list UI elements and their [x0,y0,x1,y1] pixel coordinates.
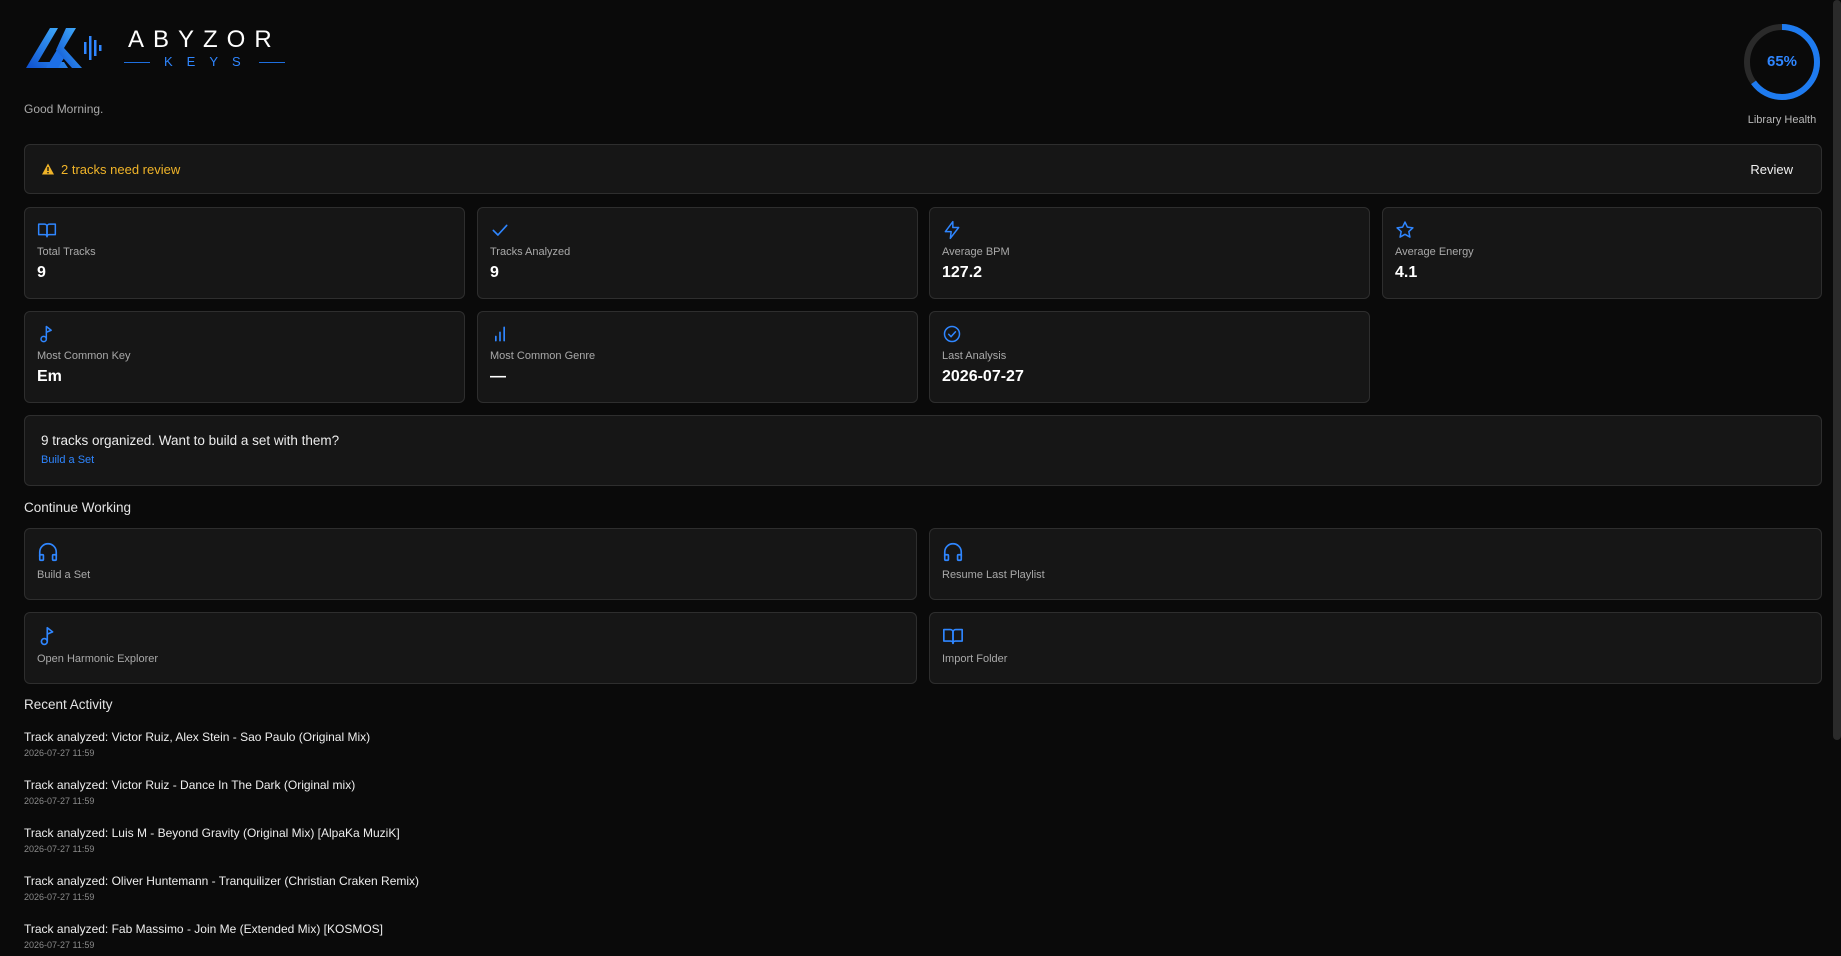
stat-label: Average BPM [942,246,1010,258]
logo-divider-left [124,61,150,63]
activity-timestamp: 2026-07-27 11:59 [24,796,95,806]
activity-item: Track analyzed: Victor Ruiz, Alex Stein … [24,730,624,758]
logo-sub: KEYS [164,54,255,69]
activity-timestamp: 2026-07-27 11:59 [24,940,95,950]
action-resume-last-playlist[interactable]: Resume Last Playlist [929,528,1822,600]
activity-title: Track analyzed: Victor Ruiz, Alex Stein … [24,730,371,744]
activity-item: Track analyzed: Victor Ruiz - Dance In T… [24,778,624,806]
stat-card-most-common-genre: Most Common Genre — [477,311,918,403]
book-open-icon [37,223,57,238]
recent-activity-title: Recent Activity [24,697,113,712]
stat-label: Total Tracks [37,246,96,258]
check-icon [492,224,508,236]
music-note-icon [40,626,54,646]
activity-timestamp: 2026-07-27 11:59 [24,892,95,902]
stat-card-tracks-analyzed: Tracks Analyzed 9 [477,207,918,299]
review-message: 2 tracks need review [61,161,181,177]
star-icon [1396,221,1414,238]
check-circle-icon [943,325,961,343]
library-health-label: Library Health [1747,114,1817,126]
warning-icon [42,163,54,175]
stat-label: Tracks Analyzed [490,246,571,258]
headphones-icon [943,543,963,562]
action-label: Build a Set [37,569,91,581]
book-open-icon [943,628,963,645]
logo-wordmark: ABYZOR KEYS [124,27,285,69]
bar-chart-icon [495,326,505,342]
stat-value: 2026-07-27 [942,368,1024,385]
stat-card-average-energy: Average Energy 4.1 [1382,207,1822,299]
lightning-icon [944,220,960,240]
music-note-icon [40,325,52,343]
library-health-percent: 65% [1766,53,1798,70]
stat-value: 9 [37,264,46,281]
action-import-folder[interactable]: Import Folder [929,612,1822,684]
action-label: Resume Last Playlist [942,569,1045,581]
activity-item: Track analyzed: Luis M - Beyond Gravity … [24,826,624,854]
action-label: Open Harmonic Explorer [37,653,159,665]
logo-mark-icon [26,28,102,68]
build-set-link[interactable]: Build a Set [41,454,94,466]
review-button[interactable]: Review [1750,162,1793,177]
logo-sub-row: KEYS [124,55,285,69]
build-set-text: 9 tracks organized. Want to build a set … [41,433,340,448]
stat-value: Em [37,368,62,385]
action-build-a-set[interactable]: Build a Set [24,528,917,600]
build-set-prompt: 9 tracks organized. Want to build a set … [24,415,1822,486]
stat-card-last-analysis: Last Analysis 2026-07-27 [929,311,1370,403]
stat-label: Average Energy [1395,246,1474,258]
page-scrollbar[interactable] [1833,0,1841,740]
logo-word: ABYZOR [128,26,281,53]
stat-card-total-tracks: Total Tracks 9 [24,207,465,299]
stat-value: — [490,368,506,385]
stat-card-average-bpm: Average BPM 127.2 [929,207,1370,299]
activity-title: Track analyzed: Fab Massimo - Join Me (E… [24,922,383,936]
stat-label: Most Common Key [37,350,131,362]
dashboard-page: ABYZOR KEYS Good Morning. 65% Library He… [0,0,1841,956]
activity-item: Track analyzed: Oliver Huntemann - Tranq… [24,874,624,902]
library-health-widget: 65% Library Health [1738,22,1826,126]
activity-timestamp: 2026-07-27 11:59 [24,844,95,854]
continue-working-title: Continue Working [24,500,132,515]
stat-label: Last Analysis [942,350,1007,362]
greeting-text: Good Morning. [24,102,104,116]
activity-item: Track analyzed: Fab Massimo - Join Me (E… [24,922,624,950]
activity-timestamp: 2026-07-27 11:59 [24,748,95,758]
action-label: Import Folder [942,653,1008,665]
activity-title: Track analyzed: Victor Ruiz - Dance In T… [24,778,356,792]
headphones-icon [38,543,58,562]
app-logo: ABYZOR KEYS [24,24,286,72]
stat-value: 9 [490,264,499,281]
stat-value: 4.1 [1395,264,1418,281]
stat-value: 127.2 [942,264,983,281]
stat-card-most-common-key: Most Common Key Em [24,311,465,403]
activity-title: Track analyzed: Luis M - Beyond Gravity … [24,826,400,840]
review-banner: 2 tracks need review Review [24,144,1822,194]
activity-title: Track analyzed: Oliver Huntemann - Tranq… [24,874,420,888]
action-open-harmonic-explorer[interactable]: Open Harmonic Explorer [24,612,917,684]
logo-divider-right [258,61,285,63]
stat-label: Most Common Genre [490,350,596,362]
